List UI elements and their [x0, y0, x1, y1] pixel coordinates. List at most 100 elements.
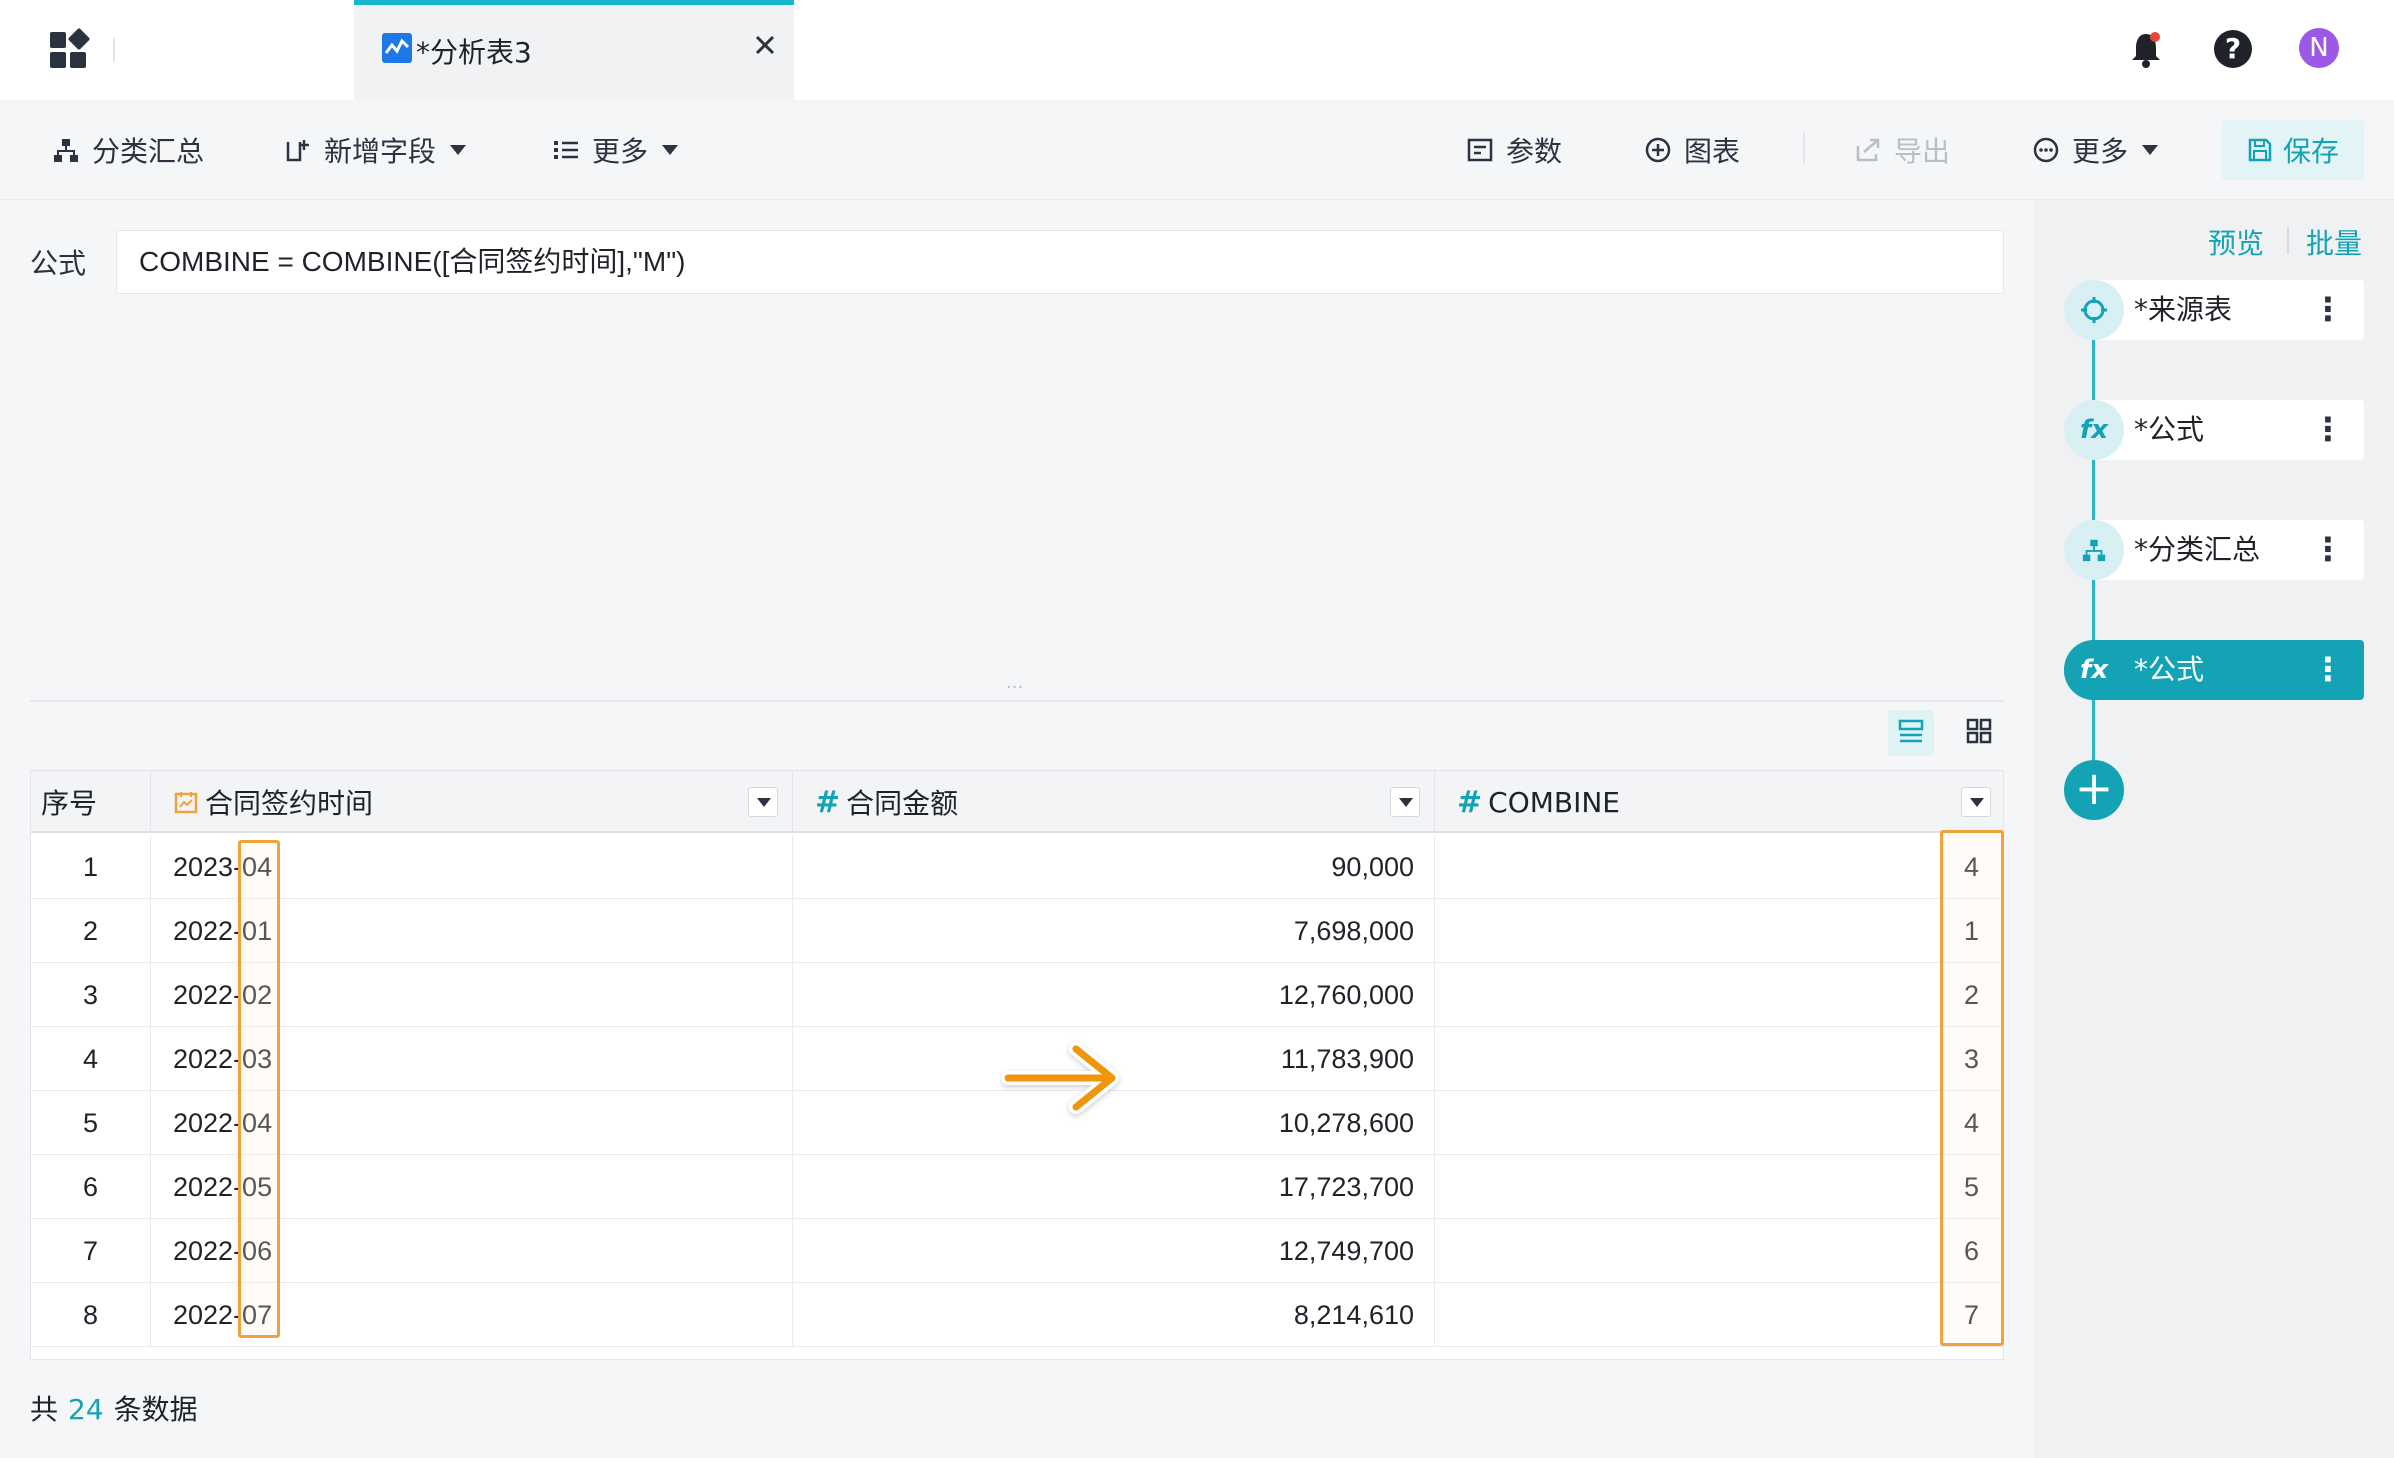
more-dots-icon: [2032, 136, 2060, 164]
table-header: 序号 合同签约时间 # 合同金额 # COMBINE: [31, 771, 2003, 833]
help-icon[interactable]: ?: [2214, 30, 2252, 68]
more-vertical-icon[interactable]: ⋮: [2312, 520, 2344, 578]
table-row[interactable]: 2 2022-01 7,698,000 1: [31, 899, 2003, 963]
more-vertical-icon[interactable]: ⋮: [2312, 400, 2344, 458]
column-header-combine[interactable]: # COMBINE: [1435, 771, 2003, 833]
column-header-label: 合同金额: [846, 787, 959, 820]
combine-cell: 4: [1963, 852, 1979, 882]
step-label: *来源表: [2134, 293, 2233, 326]
table-row[interactable]: 3 2022-02 12,760,000 2: [31, 963, 2003, 1027]
formula-label: 公式: [30, 247, 87, 280]
combine-cell: 7: [1963, 1300, 1979, 1330]
steps-panel: [2034, 200, 2394, 1458]
amount-cell: 12,760,000: [793, 963, 1435, 1027]
tab-analysis-table[interactable]: *分析表3: [354, 0, 794, 100]
column-header-amount[interactable]: # 合同金额: [793, 771, 1435, 833]
resize-handle[interactable]: ...: [1006, 672, 1023, 693]
divider: [2287, 228, 2289, 254]
row-count: 共 24 条数据: [30, 1388, 198, 1428]
step-group-summary[interactable]: *分类汇总 ⋮: [2064, 520, 2364, 580]
column-header-label: 合同签约时间: [205, 787, 374, 820]
divider: [1803, 132, 1805, 164]
toolbar: 分类汇总 新增字段 更多 参数 图表 导出 更多: [0, 100, 2394, 200]
row-count-prefix: 共: [30, 1393, 59, 1426]
divider: [30, 700, 2004, 702]
apps-grid-icon[interactable]: [50, 27, 91, 70]
fx-icon: fx: [2064, 640, 2124, 700]
column-dropdown-button[interactable]: [1961, 787, 1991, 817]
fx-icon: fx: [2064, 400, 2124, 460]
column-header-label: 序号: [41, 787, 98, 820]
add-step-button[interactable]: +: [2064, 760, 2124, 820]
avatar[interactable]: N: [2299, 28, 2339, 68]
chart-button[interactable]: 图表: [1644, 100, 1740, 200]
number-type-icon: #: [1457, 784, 1483, 820]
divider: [113, 38, 115, 62]
step-source-table[interactable]: *来源表 ⋮: [2064, 280, 2364, 340]
amount-cell: 12,749,700: [793, 1219, 1435, 1283]
column-header-seq[interactable]: 序号: [31, 771, 151, 833]
table-row[interactable]: 6 2022-05 17,723,700 5: [31, 1155, 2003, 1219]
save-icon: [2247, 137, 2273, 163]
table-row[interactable]: 8 2022-07 8,214,610 7: [31, 1283, 2003, 1347]
row-view-icon: [1897, 717, 1925, 749]
export-icon: [1854, 136, 1882, 164]
combine-cell: 3: [1963, 1044, 1979, 1074]
table-row[interactable]: 1 2023-04 90,000 4: [31, 835, 2003, 899]
step-formula-2[interactable]: fx *公式 ⋮: [2064, 640, 2364, 700]
export-label: 导出: [1894, 135, 1951, 168]
number-type-icon: #: [815, 784, 841, 820]
save-button[interactable]: 保存: [2222, 120, 2364, 180]
save-label: 保存: [2282, 135, 2339, 168]
month-highlight-box: [238, 840, 280, 1338]
seq-cell: 5: [31, 1091, 151, 1155]
batch-link[interactable]: 批量: [2306, 222, 2362, 262]
add-field-label: 新增字段: [324, 135, 437, 168]
export-button[interactable]: 导出: [1854, 100, 1950, 200]
seq-cell: 7: [31, 1219, 151, 1283]
plus-circle-icon: [1644, 136, 1672, 164]
params-icon: [1466, 136, 1494, 164]
combine-cell: 5: [1963, 1172, 1979, 1202]
more-label: 更多: [592, 135, 649, 168]
column-dropdown-button[interactable]: [748, 787, 778, 817]
seq-cell: 1: [31, 835, 151, 899]
source-icon: [2064, 280, 2124, 340]
chevron-down-icon: [2142, 145, 2159, 155]
row-view-button[interactable]: [1888, 710, 1934, 756]
close-icon[interactable]: [750, 33, 780, 63]
combine-cell: 6: [1963, 1236, 1979, 1266]
group-summary-button[interactable]: 分类汇总: [52, 100, 204, 200]
formula-input[interactable]: COMBINE = COMBINE([合同签约时间],"M"): [116, 230, 2004, 294]
add-field-button[interactable]: 新增字段: [284, 100, 467, 200]
step-label: *公式: [2134, 413, 2205, 446]
chevron-down-icon: [662, 145, 679, 155]
table-row[interactable]: 7 2022-06 12,749,700 6: [31, 1219, 2003, 1283]
seq-cell: 2: [31, 899, 151, 963]
preview-link[interactable]: 预览: [2208, 222, 2264, 262]
column-header-label: COMBINE: [1488, 785, 1620, 819]
more-vertical-icon[interactable]: ⋮: [2312, 640, 2344, 698]
more-menu-left[interactable]: 更多: [552, 100, 679, 200]
chart-label: 图表: [1684, 135, 1741, 168]
add-column-icon: [284, 136, 312, 164]
hierarchy-icon: [52, 136, 80, 164]
step-formula-1[interactable]: fx *公式 ⋮: [2064, 400, 2364, 460]
top-bar: *分析表3 ? N: [0, 0, 2394, 100]
more-menu-right[interactable]: 更多: [2032, 100, 2159, 200]
notification-bell-icon[interactable]: [2128, 30, 2164, 70]
column-dropdown-button[interactable]: [1390, 787, 1420, 817]
grid-view-button[interactable]: [1956, 710, 2002, 756]
group-summary-label: 分类汇总: [92, 135, 205, 168]
seq-cell: 3: [31, 963, 151, 1027]
amount-cell: 7,698,000: [793, 899, 1435, 963]
amount-cell: 8,214,610: [793, 1283, 1435, 1347]
seq-cell: 8: [31, 1283, 151, 1347]
grid-view-icon: [1965, 717, 1993, 749]
column-header-date[interactable]: 合同签约时间: [151, 771, 793, 833]
combine-cell: 1: [1963, 916, 1979, 946]
chevron-down-icon: [450, 145, 467, 155]
params-button[interactable]: 参数: [1466, 100, 1562, 200]
more-vertical-icon[interactable]: ⋮: [2312, 280, 2344, 338]
row-count-suffix: 条数据: [113, 1393, 198, 1426]
